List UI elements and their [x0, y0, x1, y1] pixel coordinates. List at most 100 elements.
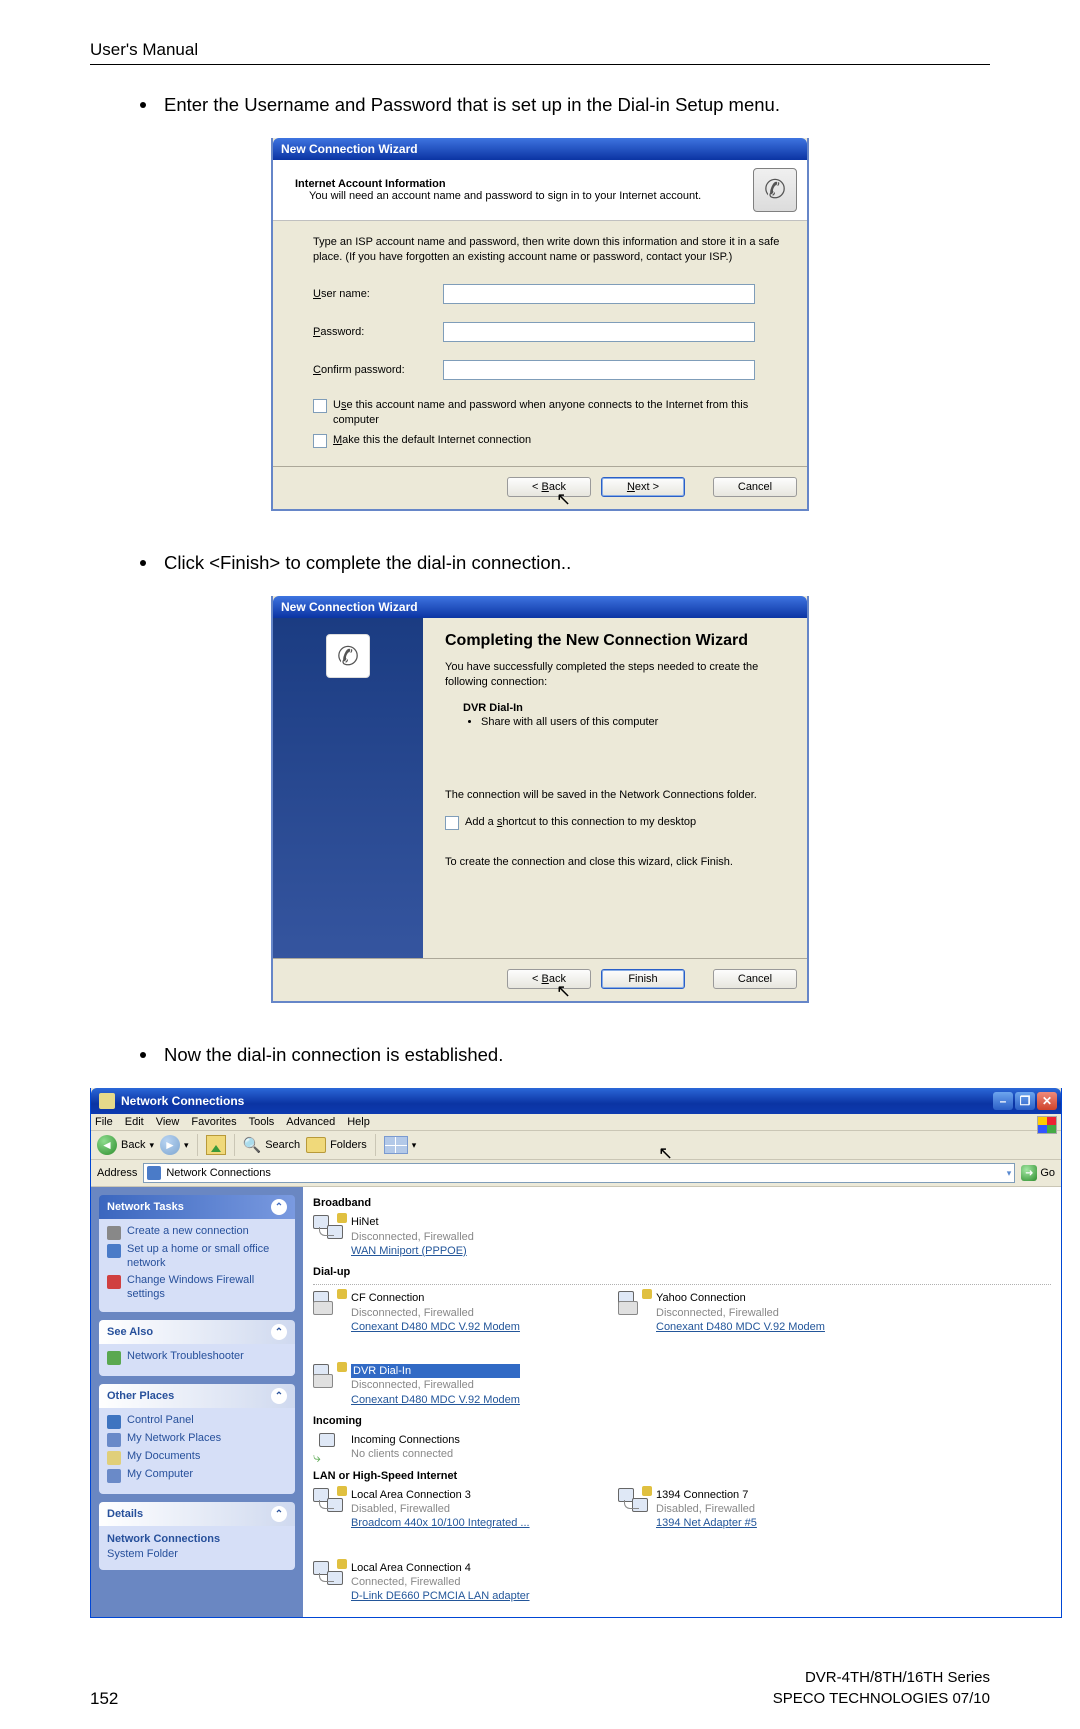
menu-file[interactable]: File: [95, 1116, 113, 1128]
chevron-up-icon[interactable]: ⌃: [271, 1388, 287, 1404]
computer-icon: [107, 1469, 121, 1483]
back-button[interactable]: < Back: [507, 477, 591, 497]
instruction-3-text: Now the dial-in connection is establishe…: [164, 1043, 503, 1068]
sidebar-link-control-panel[interactable]: Control Panel: [107, 1414, 287, 1429]
connection-name: DVR Dial-In: [463, 702, 785, 714]
search-button[interactable]: 🔍 Search: [243, 1136, 301, 1154]
details-title: Network Connections: [107, 1532, 287, 1547]
new-connection-icon: [107, 1226, 121, 1240]
connection-lan3[interactable]: Local Area Connection 3Disabled, Firewal…: [313, 1488, 588, 1531]
forward-nav-button[interactable]: ► ▾: [160, 1135, 189, 1155]
footer-company: SPECO TECHNOLOGIES 07/10: [773, 1689, 990, 1709]
menu-tools[interactable]: Tools: [249, 1116, 275, 1128]
use-account-checkbox[interactable]: [313, 399, 327, 413]
connection-cf[interactable]: CF ConnectionDisconnected, FirewalledCon…: [313, 1291, 588, 1334]
sidebar-link-computer[interactable]: My Computer: [107, 1468, 287, 1483]
wizard-header: Internet Account Information You will ne…: [273, 160, 807, 221]
wizard-subheading: You will need an account name and passwo…: [309, 190, 701, 202]
sidebar-link-documents[interactable]: My Documents: [107, 1450, 287, 1465]
connection-incoming[interactable]: ⤷ Incoming ConnectionsNo clients connect…: [313, 1433, 588, 1462]
network-connections-window: Network Connections – ❐ ✕ File Edit View…: [90, 1088, 1062, 1618]
menu-advanced[interactable]: Advanced: [286, 1116, 335, 1128]
menubar: File Edit View Favorites Tools Advanced …: [91, 1114, 1061, 1131]
go-icon: ➜: [1021, 1165, 1037, 1181]
default-connection-checkbox[interactable]: [313, 434, 327, 448]
finish-success-text: You have successfully completed the step…: [445, 660, 785, 690]
firewall-icon: [107, 1275, 121, 1289]
lan-connection-icon: [313, 1488, 345, 1516]
cancel-button[interactable]: Cancel: [713, 477, 797, 497]
chevron-up-icon[interactable]: ⌃: [271, 1199, 287, 1215]
next-button[interactable]: Next >: [601, 477, 685, 497]
other-places-panel: Other Places⌃ Control Panel My Network P…: [99, 1384, 295, 1494]
back-button[interactable]: < Back: [507, 969, 591, 989]
troubleshooter-icon: [107, 1351, 121, 1365]
back-icon: ◄: [97, 1135, 117, 1155]
wizard-phone-icon: ✆: [753, 168, 797, 212]
address-folder-icon: [147, 1166, 161, 1180]
category-broadband: Broadband: [313, 1197, 1051, 1209]
go-button[interactable]: ➜ Go: [1021, 1165, 1055, 1181]
broadband-connection-icon: [313, 1215, 345, 1243]
instruction-1-text: Enter the Username and Password that is …: [164, 93, 780, 118]
connection-share-note: Share with all users of this computer: [481, 716, 785, 728]
footer-product: DVR-4TH/8TH/16TH Series: [773, 1668, 990, 1688]
views-icon: [384, 1136, 408, 1154]
folders-button[interactable]: Folders: [306, 1137, 367, 1153]
address-input[interactable]: Network Connections ▾: [143, 1163, 1015, 1183]
up-button[interactable]: [206, 1135, 226, 1155]
back-nav-button[interactable]: ◄ Back ▾: [97, 1135, 154, 1155]
close-button[interactable]: ✕: [1037, 1092, 1057, 1110]
sidebar-link-troubleshooter[interactable]: Network Troubleshooter: [107, 1350, 287, 1365]
finish-button[interactable]: Finish: [601, 969, 685, 989]
bullet-icon: [140, 1052, 146, 1058]
instruction-3: Now the dial-in connection is establishe…: [140, 1043, 990, 1068]
lock-icon: [337, 1559, 347, 1569]
default-connection-label: Make this the default Internet connectio…: [333, 433, 531, 448]
restore-button[interactable]: ❐: [1015, 1092, 1035, 1110]
connection-hinet[interactable]: HiNetDisconnected, FirewalledWAN Minipor…: [313, 1215, 588, 1258]
address-dropdown-icon[interactable]: ▾: [1007, 1168, 1012, 1179]
dialup-connection-icon: [618, 1291, 650, 1319]
sidebar-link-setup-network[interactable]: Set up a home or small office network: [107, 1243, 287, 1271]
instruction-2-text: Click <Finish> to complete the dial-in c…: [164, 551, 571, 576]
bullet-icon: [140, 102, 146, 108]
chevron-up-icon[interactable]: ⌃: [271, 1324, 287, 1340]
documents-icon: [107, 1451, 121, 1465]
lan-connection-icon: [313, 1561, 345, 1589]
network-connections-icon: [99, 1093, 115, 1109]
forward-icon: ►: [160, 1135, 180, 1155]
menu-edit[interactable]: Edit: [125, 1116, 144, 1128]
sidebar-link-network-places[interactable]: My Network Places: [107, 1432, 287, 1447]
views-button[interactable]: ▾: [384, 1136, 417, 1154]
confirm-password-input[interactable]: [443, 360, 755, 380]
sidebar-link-create-connection[interactable]: Create a new connection: [107, 1225, 287, 1240]
add-shortcut-checkbox[interactable]: [445, 816, 459, 830]
connection-dvr-dialin[interactable]: DVR Dial-InDisconnected, FirewalledConex…: [313, 1364, 588, 1407]
category-lan: LAN or High-Speed Internet: [313, 1470, 1051, 1482]
incoming-connection-icon: ⤷: [313, 1433, 345, 1461]
network-tasks-panel: Network Tasks⌃ Create a new connection S…: [99, 1195, 295, 1312]
dialog-title: New Connection Wizard: [273, 596, 807, 618]
explorer-title: Network Connections: [121, 1094, 244, 1108]
menu-view[interactable]: View: [156, 1116, 180, 1128]
bullet-icon: [140, 560, 146, 566]
cancel-button[interactable]: Cancel: [713, 969, 797, 989]
lock-icon: [337, 1362, 347, 1372]
chevron-up-icon[interactable]: ⌃: [271, 1506, 287, 1522]
sidebar-link-firewall[interactable]: Change Windows Firewall settings: [107, 1274, 287, 1302]
lock-icon: [642, 1289, 652, 1299]
menu-help[interactable]: Help: [347, 1116, 370, 1128]
menu-favorites[interactable]: Favorites: [191, 1116, 236, 1128]
connection-yahoo[interactable]: Yahoo ConnectionDisconnected, Firewalled…: [618, 1291, 893, 1334]
password-input[interactable]: [443, 322, 755, 342]
username-input[interactable]: [443, 284, 755, 304]
minimize-button[interactable]: –: [993, 1092, 1013, 1110]
see-also-panel: See Also⌃ Network Troubleshooter: [99, 1320, 295, 1376]
lock-icon: [337, 1289, 347, 1299]
connection-lan4[interactable]: Local Area Connection 4Connected, Firewa…: [313, 1561, 588, 1604]
details-type: System Folder: [107, 1547, 287, 1562]
connection-1394[interactable]: 1394 Connection 7Disabled, Firewalled139…: [618, 1488, 893, 1531]
confirm-password-label: Confirm password:: [313, 364, 443, 376]
header-rule: [90, 64, 990, 65]
